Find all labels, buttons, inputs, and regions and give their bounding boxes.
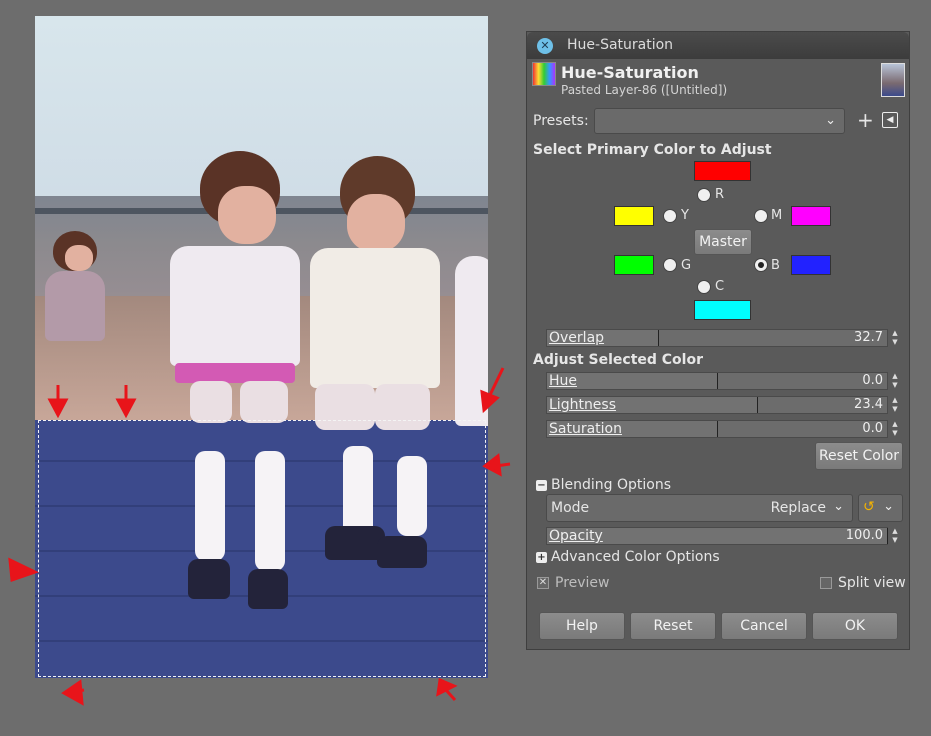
composite-chevron-down-icon: ⌄ [883,499,894,514]
opacity-value: 100.0 [845,528,883,543]
composite-mode-combo[interactable]: ↺ ⌄ [858,494,903,522]
dialog-heading: Hue-Saturation [561,63,699,82]
arrow-right-mid-icon [482,453,511,477]
help-button[interactable]: Help [539,612,625,640]
mode-combo[interactable]: Mode Replace ⌄ [546,494,853,522]
mode-value: Replace [770,500,826,516]
arrow-bottom-right-icon [436,677,458,702]
radio-b[interactable] [754,258,768,272]
chevron-down-icon: ⌄ [825,113,836,128]
close-icon[interactable]: ✕ [537,38,553,54]
selection-marquee[interactable] [38,420,486,677]
label-m: M [771,208,783,223]
label-c: C [715,279,725,294]
opacity-label: Opacity [549,528,603,544]
presets-label: Presets: [533,113,589,129]
label-b: B [771,258,780,273]
adjust-heading: Adjust Selected Color [533,352,703,368]
dialog-titlebar[interactable]: ✕ Hue-Saturation [527,32,909,59]
label-y: Y [681,208,689,223]
blending-options-label[interactable]: Blending Options [551,477,671,493]
radio-y[interactable] [663,209,677,223]
mode-label: Mode [551,500,590,516]
saturation-slider[interactable]: Saturation 0.0 [546,420,888,438]
radio-c[interactable] [697,280,711,294]
lightness-spin-icon[interactable]: ▲ ▼ [889,396,901,414]
lightness-label: Lightness [549,397,617,413]
label-g: G [681,258,692,273]
swatch-yellow [614,206,654,226]
master-button[interactable]: Master [694,229,752,255]
overlap-label: Overlap [549,330,605,346]
presets-combo[interactable]: ⌄ [594,108,845,134]
preview-label[interactable]: Preview [555,575,610,591]
saturation-value: 0.0 [862,421,883,436]
preview-checkbox[interactable]: ✕ [537,577,549,589]
primary-color-heading: Select Primary Color to Adjust [533,142,772,158]
split-view-label[interactable]: Split view [838,575,906,591]
layer-subtitle: Pasted Layer-86 ([Untitled]) [561,83,728,97]
preset-menu-icon[interactable]: ◀ [882,112,898,128]
radio-r[interactable] [697,188,711,202]
mode-chevron-down-icon: ⌄ [833,499,844,514]
saturation-label: Saturation [549,421,622,437]
opacity-slider[interactable]: Opacity 100.0 [546,527,888,545]
hue-slider[interactable]: Hue 0.0 [546,372,888,390]
hue-saturation-dialog: ✕ Hue-Saturation Hue-Saturation Pasted L… [526,31,910,650]
advanced-color-options-label[interactable]: Advanced Color Options [551,549,720,565]
arrow-left-mid-icon [8,557,39,583]
layer-thumbnail [881,63,905,97]
opacity-spin-icon[interactable]: ▲ ▼ [889,527,901,545]
overlap-slider[interactable]: Overlap 32.7 [546,329,888,347]
swatch-cyan [694,300,751,320]
label-r: R [715,187,725,202]
overlap-spin-icon[interactable]: ▲ ▼ [889,329,901,347]
reset-color-button[interactable]: Reset Color [815,442,903,470]
saturation-spin-icon[interactable]: ▲ ▼ [889,420,901,438]
swatch-red [694,161,751,181]
swatch-magenta [791,206,831,226]
swatch-blue [791,255,831,275]
hue-label: Hue [549,373,578,389]
photo-child-edge [455,256,488,426]
split-view-checkbox[interactable] [820,577,832,589]
hue-value: 0.0 [862,373,883,388]
lightness-slider[interactable]: Lightness 23.4 [546,396,888,414]
radio-g[interactable] [663,258,677,272]
expand-advanced-icon[interactable]: + [536,552,547,563]
cancel-button[interactable]: Cancel [721,612,807,640]
radio-m[interactable] [754,209,768,223]
swatch-green [614,255,654,275]
lightness-value: 23.4 [854,397,883,412]
reset-button[interactable]: Reset [630,612,716,640]
collapse-blending-icon[interactable]: − [536,480,547,491]
overlap-value: 32.7 [854,330,883,345]
arrow-bottom-left-icon [61,679,85,706]
ok-button[interactable]: OK [812,612,898,640]
composite-swirl-icon: ↺ [863,499,875,515]
hue-saturation-icon [532,62,556,86]
window-title: Hue-Saturation [567,37,674,53]
add-preset-button[interactable]: + [857,108,874,132]
hue-spin-icon[interactable]: ▲ ▼ [889,372,901,390]
